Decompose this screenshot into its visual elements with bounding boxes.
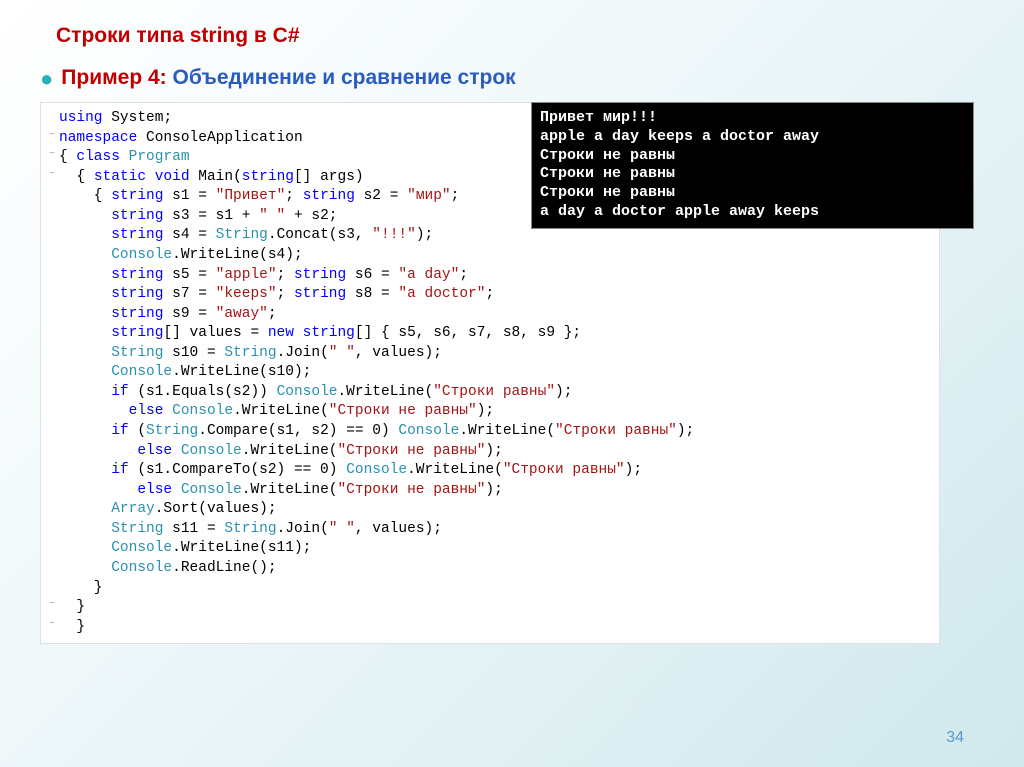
console-line: apple a day keeps a doctor away <box>540 128 965 147</box>
slide-container: Строки типа string в C# ● Пример 4: Объе… <box>0 0 1024 654</box>
code-text: else Console.WriteLine("Строки не равны"… <box>59 402 931 422</box>
fold-gutter-icon <box>45 500 59 520</box>
console-line: Строки не равны <box>540 147 965 166</box>
fold-gutter-icon: − <box>45 598 59 618</box>
page-number: 34 <box>946 729 964 747</box>
fold-gutter-icon: − <box>45 168 59 188</box>
code-text: Console.WriteLine(s4); <box>59 246 931 266</box>
fold-gutter-icon <box>45 579 59 599</box>
fold-gutter-icon <box>45 344 59 364</box>
fold-gutter-icon <box>45 363 59 383</box>
fold-gutter-icon <box>45 266 59 286</box>
fold-gutter-icon <box>45 422 59 442</box>
code-line: } <box>45 579 931 599</box>
code-line: Console.ReadLine(); <box>45 559 931 579</box>
fold-gutter-icon: − <box>45 148 59 168</box>
code-line: − } <box>45 598 931 618</box>
fold-gutter-icon <box>45 324 59 344</box>
code-text: if (s1.Equals(s2)) Console.WriteLine("Ст… <box>59 383 931 403</box>
fold-gutter-icon <box>45 383 59 403</box>
code-line: else Console.WriteLine("Строки не равны"… <box>45 481 931 501</box>
fold-gutter-icon <box>45 285 59 305</box>
fold-gutter-icon: − <box>45 618 59 638</box>
code-line: string s9 = "away"; <box>45 305 931 325</box>
content-area: using System;−namespace ConsoleApplicati… <box>40 102 984 644</box>
code-text: string s5 = "apple"; string s6 = "a day"… <box>59 266 931 286</box>
code-text: else Console.WriteLine("Строки не равны"… <box>59 442 931 462</box>
code-line: else Console.WriteLine("Строки не равны"… <box>45 442 931 462</box>
fold-gutter-icon <box>45 305 59 325</box>
fold-gutter-icon <box>45 559 59 579</box>
code-text: string s9 = "away"; <box>59 305 931 325</box>
code-line: Console.WriteLine(s11); <box>45 539 931 559</box>
console-line: Привет мир!!! <box>540 109 965 128</box>
subtitle: Пример 4: Объединение и сравнение строк <box>61 66 515 90</box>
fold-gutter-icon <box>45 402 59 422</box>
code-text: else Console.WriteLine("Строки не равны"… <box>59 481 931 501</box>
fold-gutter-icon <box>45 246 59 266</box>
code-text: Console.WriteLine(s10); <box>59 363 931 383</box>
fold-gutter-icon <box>45 187 59 207</box>
subtitle-prefix: Пример 4: <box>61 66 166 89</box>
code-text: String s11 = String.Join(" ", values); <box>59 520 931 540</box>
fold-gutter-icon <box>45 461 59 481</box>
code-text: Array.Sort(values); <box>59 500 931 520</box>
code-text: Console.WriteLine(s11); <box>59 539 931 559</box>
subtitle-row: ● Пример 4: Объединение и сравнение стро… <box>40 66 984 90</box>
code-text: string s4 = String.Concat(s3, "!!!"); <box>59 226 931 246</box>
code-line: if (s1.Equals(s2)) Console.WriteLine("Ст… <box>45 383 931 403</box>
fold-gutter-icon: − <box>45 129 59 149</box>
console-line: Строки не равны <box>540 165 965 184</box>
code-text: } <box>59 598 931 618</box>
code-line: String s10 = String.Join(" ", values); <box>45 344 931 364</box>
code-line: if (s1.CompareTo(s2) == 0) Console.Write… <box>45 461 931 481</box>
code-line: Array.Sort(values); <box>45 500 931 520</box>
fold-gutter-icon <box>45 539 59 559</box>
fold-gutter-icon <box>45 226 59 246</box>
code-line: string s5 = "apple"; string s6 = "a day"… <box>45 266 931 286</box>
fold-gutter-icon <box>45 442 59 462</box>
code-line: string[] values = new string[] { s5, s6,… <box>45 324 931 344</box>
subtitle-text: Объединение и сравнение строк <box>167 66 516 89</box>
code-line: if (String.Compare(s1, s2) == 0) Console… <box>45 422 931 442</box>
code-line: string s7 = "keeps"; string s8 = "a doct… <box>45 285 931 305</box>
code-text: if (String.Compare(s1, s2) == 0) Console… <box>59 422 931 442</box>
code-line: Console.WriteLine(s10); <box>45 363 931 383</box>
fold-gutter-icon <box>45 520 59 540</box>
code-line: String s11 = String.Join(" ", values); <box>45 520 931 540</box>
fold-gutter-icon <box>45 207 59 227</box>
console-line: a day a doctor apple away keeps <box>540 203 965 222</box>
code-text: string[] values = new string[] { s5, s6,… <box>59 324 931 344</box>
fold-gutter-icon <box>45 109 59 129</box>
bullet-icon: ● <box>40 68 53 90</box>
code-text: Console.ReadLine(); <box>59 559 931 579</box>
code-text: String s10 = String.Join(" ", values); <box>59 344 931 364</box>
code-text: if (s1.CompareTo(s2) == 0) Console.Write… <box>59 461 931 481</box>
slide-title: Строки типа string в C# <box>56 24 984 48</box>
console-line: Строки не равны <box>540 184 965 203</box>
code-text: string s7 = "keeps"; string s8 = "a doct… <box>59 285 931 305</box>
code-line: string s4 = String.Concat(s3, "!!!"); <box>45 226 931 246</box>
code-text: } <box>59 618 931 638</box>
fold-gutter-icon <box>45 481 59 501</box>
code-line: − } <box>45 618 931 638</box>
code-text: } <box>59 579 931 599</box>
code-line: else Console.WriteLine("Строки не равны"… <box>45 402 931 422</box>
code-line: Console.WriteLine(s4); <box>45 246 931 266</box>
console-output: Привет мир!!!apple a day keeps a doctor … <box>531 102 974 229</box>
